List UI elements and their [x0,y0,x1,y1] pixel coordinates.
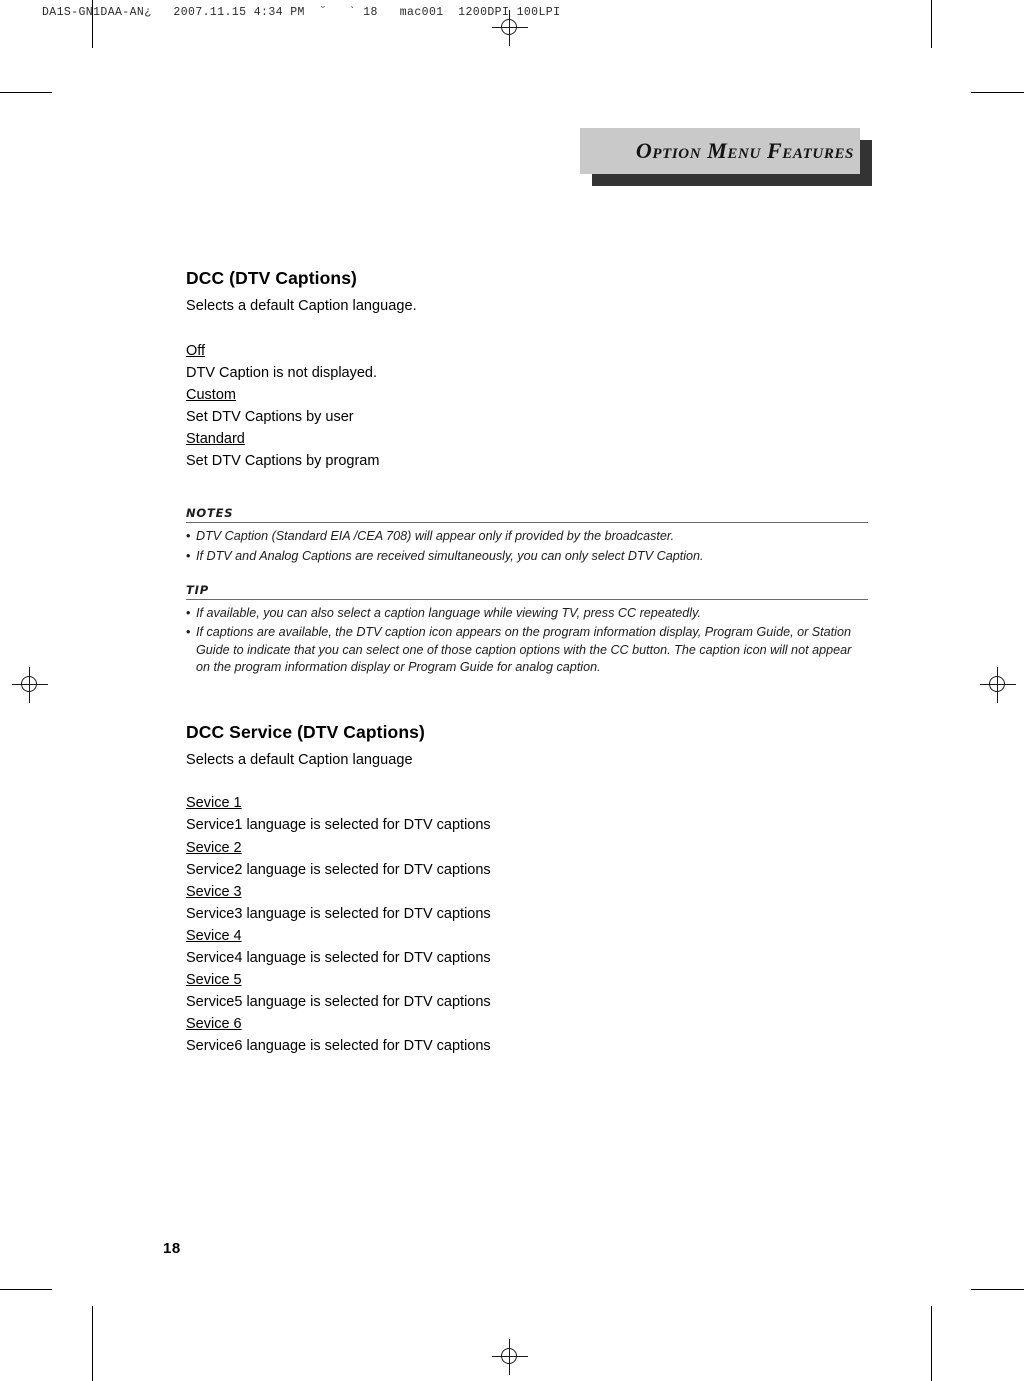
section-title: DCC (DTV Captions) [186,268,357,288]
registration-circle [501,19,517,35]
crop-mark-top-right-horizontal [971,92,1024,93]
option-term: Sevice 1 [186,795,242,812]
option-description: Set DTV Captions by user [186,409,354,426]
option-entry: Sevice 3 Service3 language is selected f… [186,881,876,925]
page-title: Option Menu Features [635,138,854,163]
notes-callout: NOTES • DTV Caption (Standard EIA /CEA 7… [186,506,868,565]
bullet-icon: • [186,529,191,544]
banner-box: Option Menu Features [580,128,860,174]
section-title: DCC Service (DTV Captions) [186,722,425,743]
option-term: Custom [186,387,236,404]
option-list-dcc-service: Sevice 1 Service1 language is selected f… [186,792,876,1056]
registration-circle [21,676,37,692]
crop-mark-bottom-left-horizontal [0,1289,52,1290]
option-term: Sevice 2 [186,839,242,856]
option-entry: Sevice 6 Service6 language is selected f… [186,1013,876,1057]
section-subtitle: Selects a default Caption language. [186,298,417,314]
bullet-icon: • [186,548,191,563]
tip-item: • If available, you can also select a ca… [186,605,868,622]
option-entry: Sevice 5 Service5 language is selected f… [186,969,876,1013]
option-description: Service4 language is selected for DTV ca… [186,949,491,966]
option-description: Service5 language is selected for DTV ca… [186,993,491,1010]
option-entry: Standard Set DTV Captions by program [186,428,876,472]
registration-mark-right [980,667,1016,703]
option-description: Service3 language is selected for DTV ca… [186,905,491,922]
crop-mark-bottom-right-horizontal [971,1289,1024,1290]
option-list-dcc: Off DTV Caption is not displayed. Custom… [186,340,876,472]
notes-item: • DTV Caption (Standard EIA /CEA 708) wi… [186,528,868,545]
bullet-icon: • [186,625,191,640]
tip-item: • If captions are available, the DTV cap… [186,624,868,676]
page-header-banner: Option Menu Features [580,128,872,186]
crop-mark-bottom-right-vertical [931,1306,932,1381]
tip-divider [186,598,868,600]
notes-label: NOTES [186,506,234,521]
option-term: Sevice 6 [186,1015,242,1032]
registration-circle [989,676,1005,692]
registration-circle [501,1348,517,1364]
bullet-icon: • [186,605,191,620]
film-slug-line: DA1S-GN1DAA-AN¿ 2007.11.15 4:34 PM ˘ ` 1… [42,6,561,19]
option-description: Service2 language is selected for DTV ca… [186,861,491,878]
registration-mark-bottom-center [492,1339,528,1375]
tip-callout: TIP • If available, you can also select … [186,583,868,677]
notes-item-text: If DTV and Analog Captions are received … [196,548,704,563]
tip-label: TIP [186,582,209,597]
notes-item: • If DTV and Analog Captions are receive… [186,548,868,565]
option-description: Service1 language is selected for DTV ca… [186,817,491,834]
section-dcc-service: DCC Service (DTV Captions) Selects a def… [186,722,876,1056]
section-dcc: DCC (DTV Captions) Selects a default Cap… [186,268,876,472]
option-term: Sevice 5 [186,971,242,988]
tip-item-text: If captions are available, the DTV capti… [196,625,852,675]
option-entry: Custom Set DTV Captions by user [186,384,876,428]
option-description: DTV Caption is not displayed. [186,365,378,382]
page-content: DCC (DTV Captions) Selects a default Cap… [186,268,876,1057]
registration-mark-left [12,667,48,703]
option-entry: Off DTV Caption is not displayed. [186,340,876,384]
option-description: Set DTV Captions by program [186,453,380,470]
option-term: Standard [186,431,245,448]
option-entry: Sevice 2 Service2 language is selected f… [186,837,876,881]
option-term: Sevice 3 [186,883,242,900]
tip-item-text: If available, you can also select a capt… [196,605,701,620]
crop-mark-top-right-vertical [931,0,932,48]
option-term: Sevice 4 [186,927,242,944]
crop-mark-top-left-horizontal [0,92,52,93]
page-number: 18 [163,1240,181,1257]
notes-item-text: DTV Caption (Standard EIA /CEA 708) will… [196,529,675,544]
section-subtitle: Selects a default Caption language [186,752,413,769]
option-entry: Sevice 1 Service1 language is selected f… [186,792,876,836]
crop-mark-bottom-left-vertical [92,1306,93,1381]
option-description: Service6 language is selected for DTV ca… [186,1037,491,1054]
notes-divider [186,522,868,524]
option-entry: Sevice 4 Service4 language is selected f… [186,925,876,969]
option-term: Off [186,343,206,359]
